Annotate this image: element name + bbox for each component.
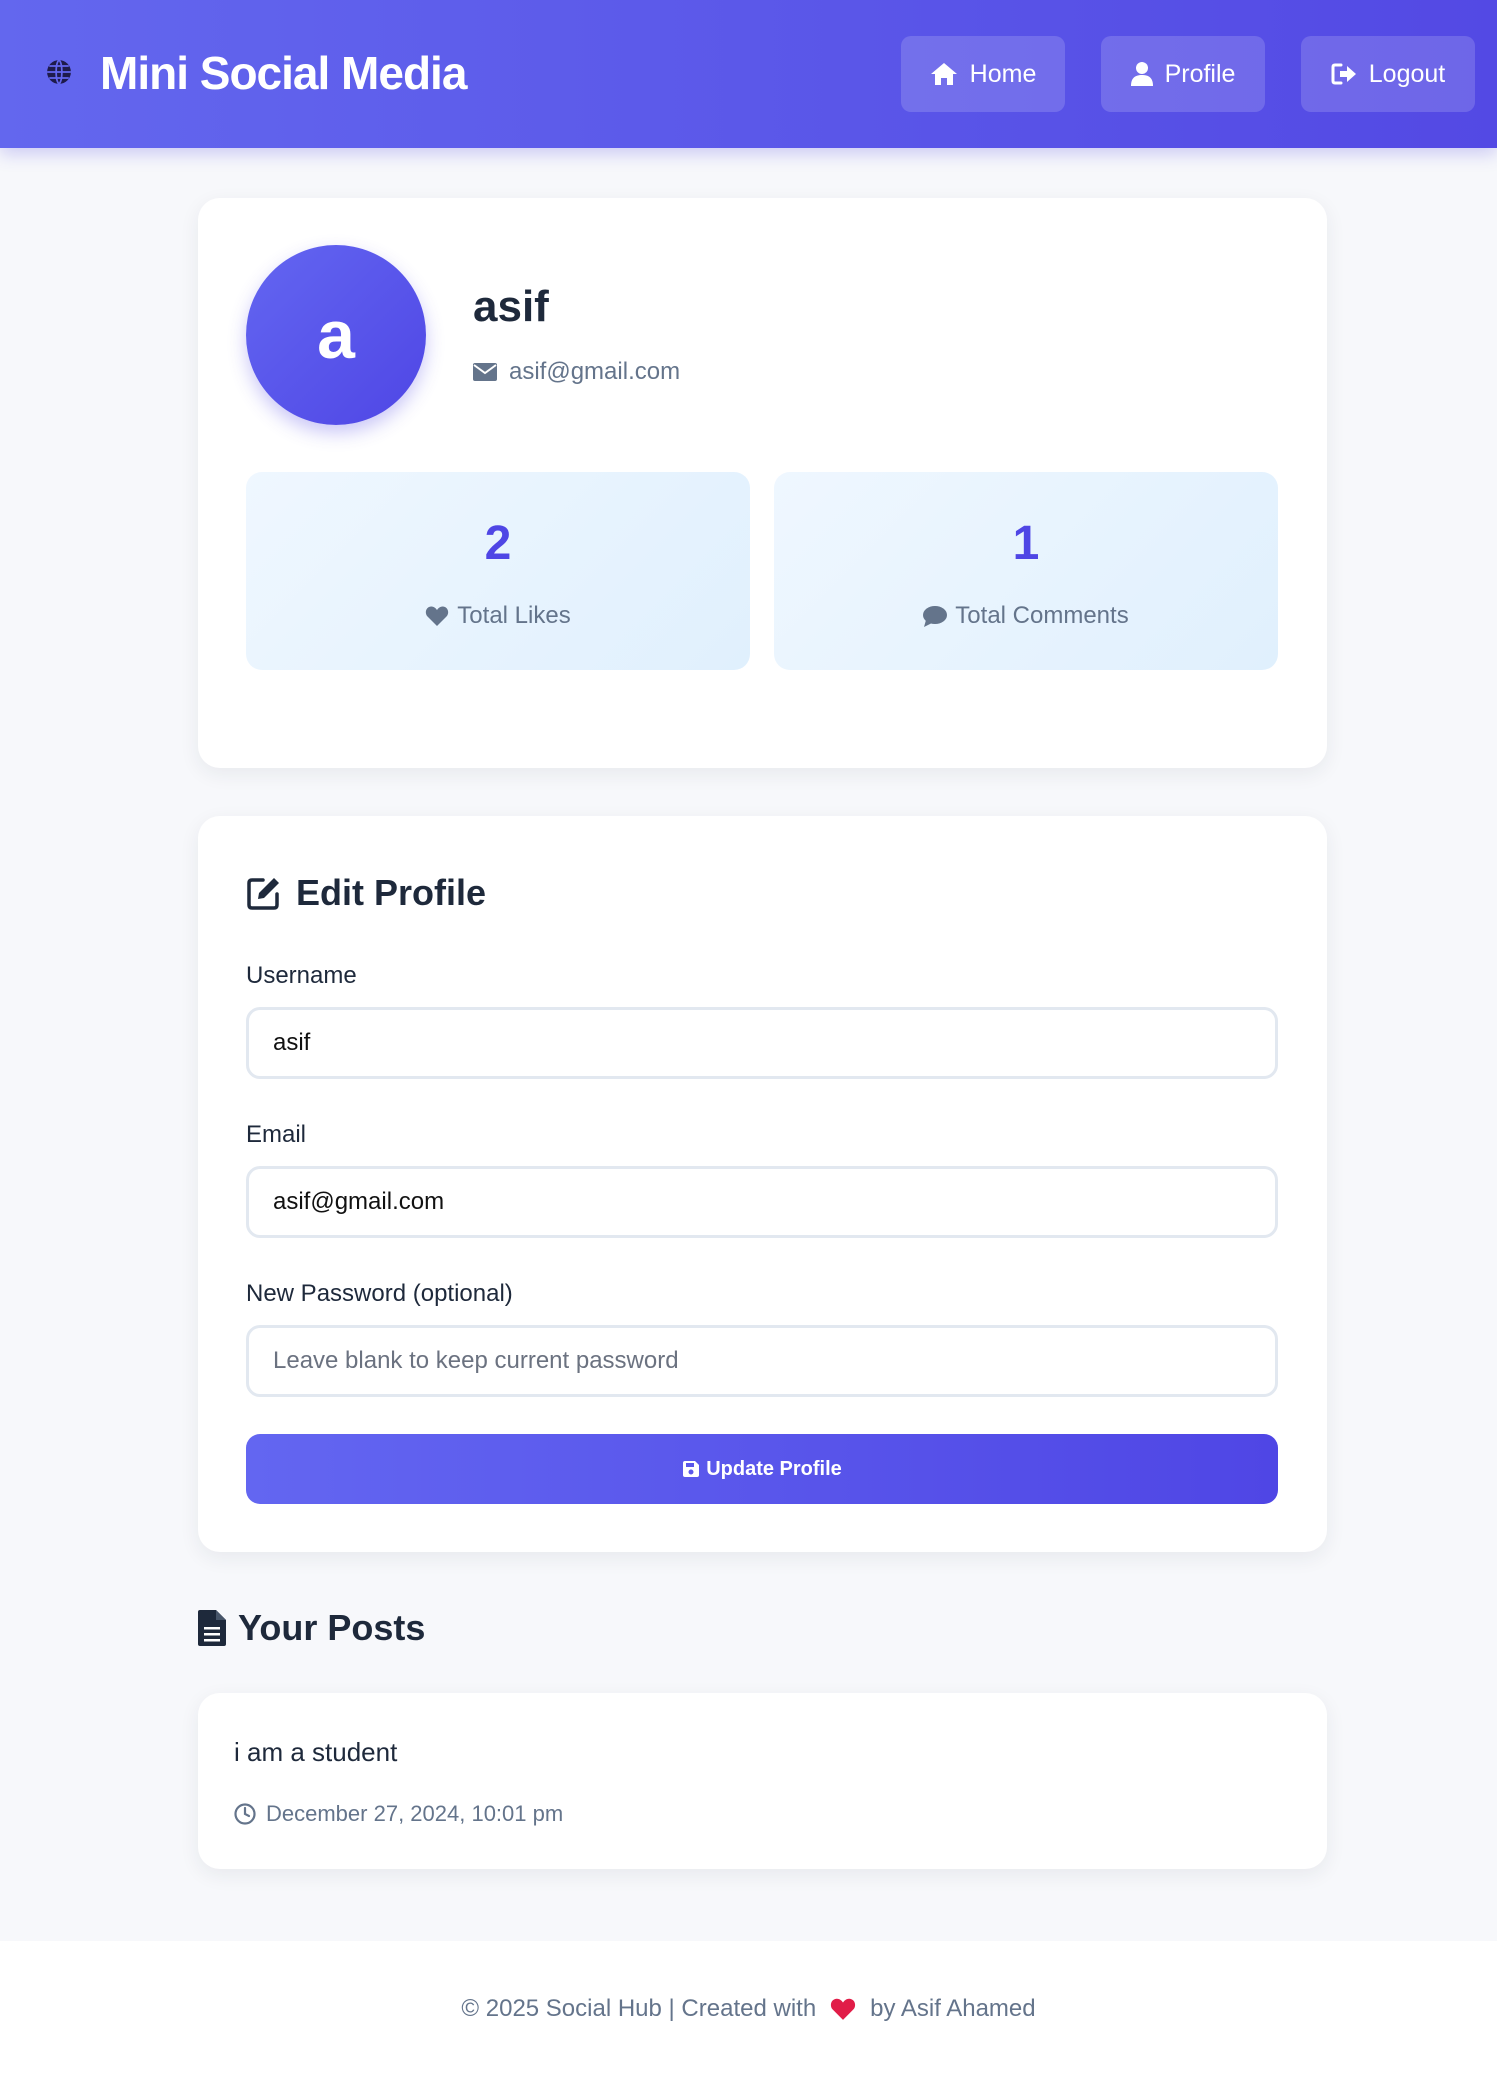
edit-profile-title: Edit Profile (296, 872, 487, 913)
comment-icon (923, 606, 948, 627)
avatar: a (246, 245, 426, 425)
profile-email-text: asif@gmail.com (509, 358, 681, 385)
brand[interactable]: Mini Social Media (46, 46, 467, 100)
comments-label: Total Comments (774, 602, 1278, 630)
email-input[interactable] (246, 1166, 1278, 1238)
edit-profile-heading: Edit Profile (246, 872, 486, 914)
heart-icon (426, 606, 449, 626)
globe-icon (46, 59, 74, 87)
logout-icon (1331, 63, 1356, 85)
posts-title: Your Posts (238, 1607, 426, 1648)
password-input[interactable] (246, 1325, 1278, 1397)
nav-home-button[interactable]: Home (901, 36, 1065, 112)
post-timestamp: December 27, 2024, 10:01 pm (234, 1801, 563, 1827)
comments-label-text: Total Comments (955, 602, 1129, 629)
profile-card: a asif asif@gmail.com 2 Total Likes 1 To… (198, 198, 1327, 768)
heart-icon (830, 1997, 856, 2021)
profile-username: asif (473, 282, 549, 331)
save-icon (683, 1461, 700, 1477)
stat-comments: 1 Total Comments (774, 472, 1278, 670)
username-input[interactable] (246, 1007, 1278, 1079)
post-timestamp-text: December 27, 2024, 10:01 pm (266, 1801, 564, 1826)
profile-email: asif@gmail.com (473, 358, 680, 386)
update-profile-label: Update Profile (706, 1457, 842, 1480)
edit-profile-card: Edit Profile Username Email New Password… (198, 816, 1327, 1552)
footer-left-text: © 2025 Social Hub | Created with (461, 1994, 817, 2022)
likes-count: 2 (484, 517, 512, 570)
home-icon (930, 63, 957, 85)
footer-right-text: by Asif Ahamed (870, 1994, 1036, 2022)
comments-count: 1 (1012, 517, 1040, 570)
password-label: New Password (optional) (246, 1280, 513, 1307)
posts-heading: Your Posts (198, 1607, 425, 1649)
username-label: Username (246, 962, 357, 989)
post-content: i am a student (234, 1737, 398, 1767)
post-card: i am a student December 27, 2024, 10:01 … (198, 1693, 1327, 1869)
nav-logout-label: Logout (1368, 59, 1446, 88)
nav-profile-label: Profile (1164, 59, 1236, 88)
envelope-icon (473, 363, 497, 381)
footer: © 2025 Social Hub | Created with by Asif… (0, 1941, 1497, 2076)
email-label: Email (246, 1121, 307, 1148)
document-icon (198, 1610, 226, 1646)
user-icon (1130, 62, 1153, 86)
app-title: Mini Social Media (100, 47, 467, 99)
nav-logout-button[interactable]: Logout (1301, 36, 1475, 112)
update-profile-button[interactable]: Update Profile (246, 1434, 1278, 1504)
stat-likes: 2 Total Likes (246, 472, 750, 670)
top-navbar: Mini Social Media Home Profile Logout (0, 0, 1497, 148)
clock-icon (234, 1803, 256, 1825)
nav-profile-button[interactable]: Profile (1101, 36, 1265, 112)
likes-label: Total Likes (246, 602, 750, 630)
likes-label-text: Total Likes (457, 602, 571, 629)
nav-home-label: Home (969, 59, 1037, 88)
edit-icon (247, 878, 279, 910)
